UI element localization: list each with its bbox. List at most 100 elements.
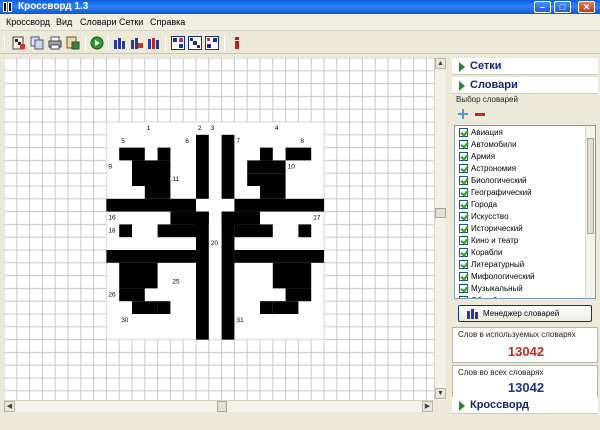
clue-number: 17 [313, 215, 321, 222]
dictionary-checkbox[interactable] [459, 128, 468, 137]
grid-block [234, 250, 324, 263]
dictionary-checkbox[interactable] [459, 236, 468, 245]
grid-pattern-3-icon[interactable] [205, 36, 219, 50]
dictionary-checkbox[interactable] [459, 212, 468, 221]
grid-pattern-icon[interactable] [171, 36, 185, 50]
crossword-grid[interactable]: 1 2 3 4 5 6 7 8 9 10 11 12 13 14 15 16 17 18 19 20 21 22 23 24 2… [4, 58, 434, 400]
clue-number: 15 [236, 202, 244, 209]
grid-block [260, 301, 273, 314]
dictionary-item[interactable]: Кино и театр [457, 235, 585, 247]
grid-block [260, 147, 273, 161]
clue-number: 6 [185, 138, 189, 145]
grid-block [234, 198, 324, 212]
print-icon[interactable] [48, 36, 62, 50]
dictionary-item[interactable]: Армия [457, 151, 585, 163]
dictionary-item[interactable]: Мифологический [457, 271, 585, 283]
dictionary-list-scrollbar[interactable] [585, 126, 595, 298]
dictionary-list-scroll-thumb[interactable] [587, 138, 594, 234]
side-panel: Сетки Словари Выбор словарей Авиация Авто… [450, 55, 600, 430]
dictionary-item[interactable]: Исторический [457, 223, 585, 235]
menu-grids[interactable]: Сетки [119, 17, 143, 27]
dictionary-checkbox[interactable] [459, 200, 468, 209]
dictionary-choice-label: Выбор словарей [456, 95, 518, 104]
info-icon[interactable] [230, 36, 244, 50]
grid-block [247, 160, 286, 174]
dictionary-books-icon [467, 309, 478, 319]
horizontal-scroll-thumb[interactable] [217, 401, 227, 412]
add-dictionary-icon[interactable] [458, 109, 468, 119]
crossword-section-header[interactable]: Кроссворд [452, 397, 598, 414]
dictionary-checkbox[interactable] [459, 188, 468, 197]
dictionary-item[interactable]: Биологический [457, 175, 585, 187]
clue-number: 32 [198, 330, 206, 337]
menu-help[interactable]: Справка [150, 17, 185, 27]
scroll-right-arrow[interactable]: ▶ [422, 401, 433, 412]
grid-pattern-2-icon[interactable] [188, 36, 202, 50]
remove-dictionary-icon[interactable] [475, 113, 485, 116]
new-grid-icon[interactable] [12, 36, 26, 50]
dictionary-checkbox[interactable] [459, 224, 468, 233]
scroll-up-arrow[interactable]: ▲ [435, 58, 446, 69]
grid-block [119, 288, 145, 302]
close-button[interactable]: ✕ [578, 1, 595, 13]
export-icon[interactable] [66, 36, 80, 50]
dictionary-item[interactable]: Города [457, 199, 585, 211]
dictionary-checkbox[interactable] [459, 248, 468, 257]
dictionary-item[interactable]: Автомобили [457, 139, 585, 151]
clue-number: 22 [185, 253, 193, 260]
clue-number: 25 [172, 279, 180, 286]
menu-crossword[interactable]: Кроссворд [6, 17, 50, 27]
scroll-down-arrow[interactable]: ▼ [435, 388, 446, 399]
dictionary-checkbox[interactable] [459, 140, 468, 149]
expand-triangle-icon [459, 62, 465, 72]
grids-section-header[interactable]: Сетки [452, 58, 598, 75]
dictionary-item[interactable]: Географический [457, 187, 585, 199]
horizontal-scrollbar[interactable]: ◀ ▶ [4, 400, 434, 412]
grid-block [157, 224, 196, 238]
vertical-scroll-thumb[interactable] [435, 208, 446, 218]
dictionary-item[interactable]: Музыкальный [457, 283, 585, 295]
copy-grid-icon[interactable] [30, 36, 44, 50]
clue-number: 31 [236, 317, 244, 324]
dictionary-item[interactable]: Общий [457, 295, 585, 298]
grid-block [298, 224, 312, 238]
toolbar-separator [4, 35, 5, 51]
dictionary-item[interactable]: Авиация [457, 127, 585, 139]
run-icon[interactable] [90, 36, 104, 50]
scroll-left-arrow[interactable]: ◀ [4, 401, 15, 412]
dictionary-icon[interactable] [113, 36, 127, 50]
minimize-button[interactable]: – [534, 1, 551, 13]
clue-number: 28 [147, 304, 155, 311]
dictionary-checkbox[interactable] [459, 152, 468, 161]
toolbar-separator [224, 35, 225, 51]
dictionary-list[interactable]: Авиация Автомобили Армия Астрономия Биологич… [454, 125, 596, 299]
toolbar-separator [85, 35, 86, 51]
menu-dictionaries[interactable]: Словари [80, 17, 117, 27]
dictionary-item[interactable]: Астрономия [457, 163, 585, 175]
dictionary-books-icon[interactable] [147, 36, 161, 50]
grid-block [132, 160, 171, 186]
dictionary-checkbox[interactable] [459, 260, 468, 269]
dictionaries-section-header[interactable]: Словари [452, 77, 598, 94]
dictionary-item[interactable]: Литературный [457, 259, 585, 271]
dictionary-manager-button[interactable]: Менеджер словарей [458, 305, 592, 322]
dictionary-edit-icon[interactable] [130, 36, 144, 50]
dictionary-checkbox[interactable] [459, 176, 468, 185]
dictionary-checkbox[interactable] [459, 272, 468, 281]
dictionary-checkbox[interactable] [459, 164, 468, 173]
grid-block [196, 134, 209, 199]
dictionary-checkbox[interactable] [459, 284, 468, 293]
dictionary-item[interactable]: Корабли [457, 247, 585, 259]
clue-number: 29 [275, 304, 283, 311]
dictionary-item-label: Астрономия [471, 164, 517, 173]
dictionary-item[interactable]: Искусство [457, 211, 585, 223]
clue-number: 10 [288, 163, 296, 170]
dictionary-checkbox[interactable] [459, 296, 468, 298]
vertical-scrollbar[interactable]: ▲ ▼ [434, 58, 446, 400]
words-all-label: Слов во всех словарях [458, 368, 544, 377]
dictionary-item-label: Корабли [471, 248, 503, 257]
maximize-button[interactable]: □ [554, 1, 571, 13]
words-used-label: Слов в используемых словарях [458, 330, 576, 339]
grid-canvas[interactable]: 1 2 3 45 6 7 89 101112 1314 1516 1718 192021 22 23 242… [4, 58, 434, 400]
menu-view[interactable]: Вид [56, 17, 72, 27]
